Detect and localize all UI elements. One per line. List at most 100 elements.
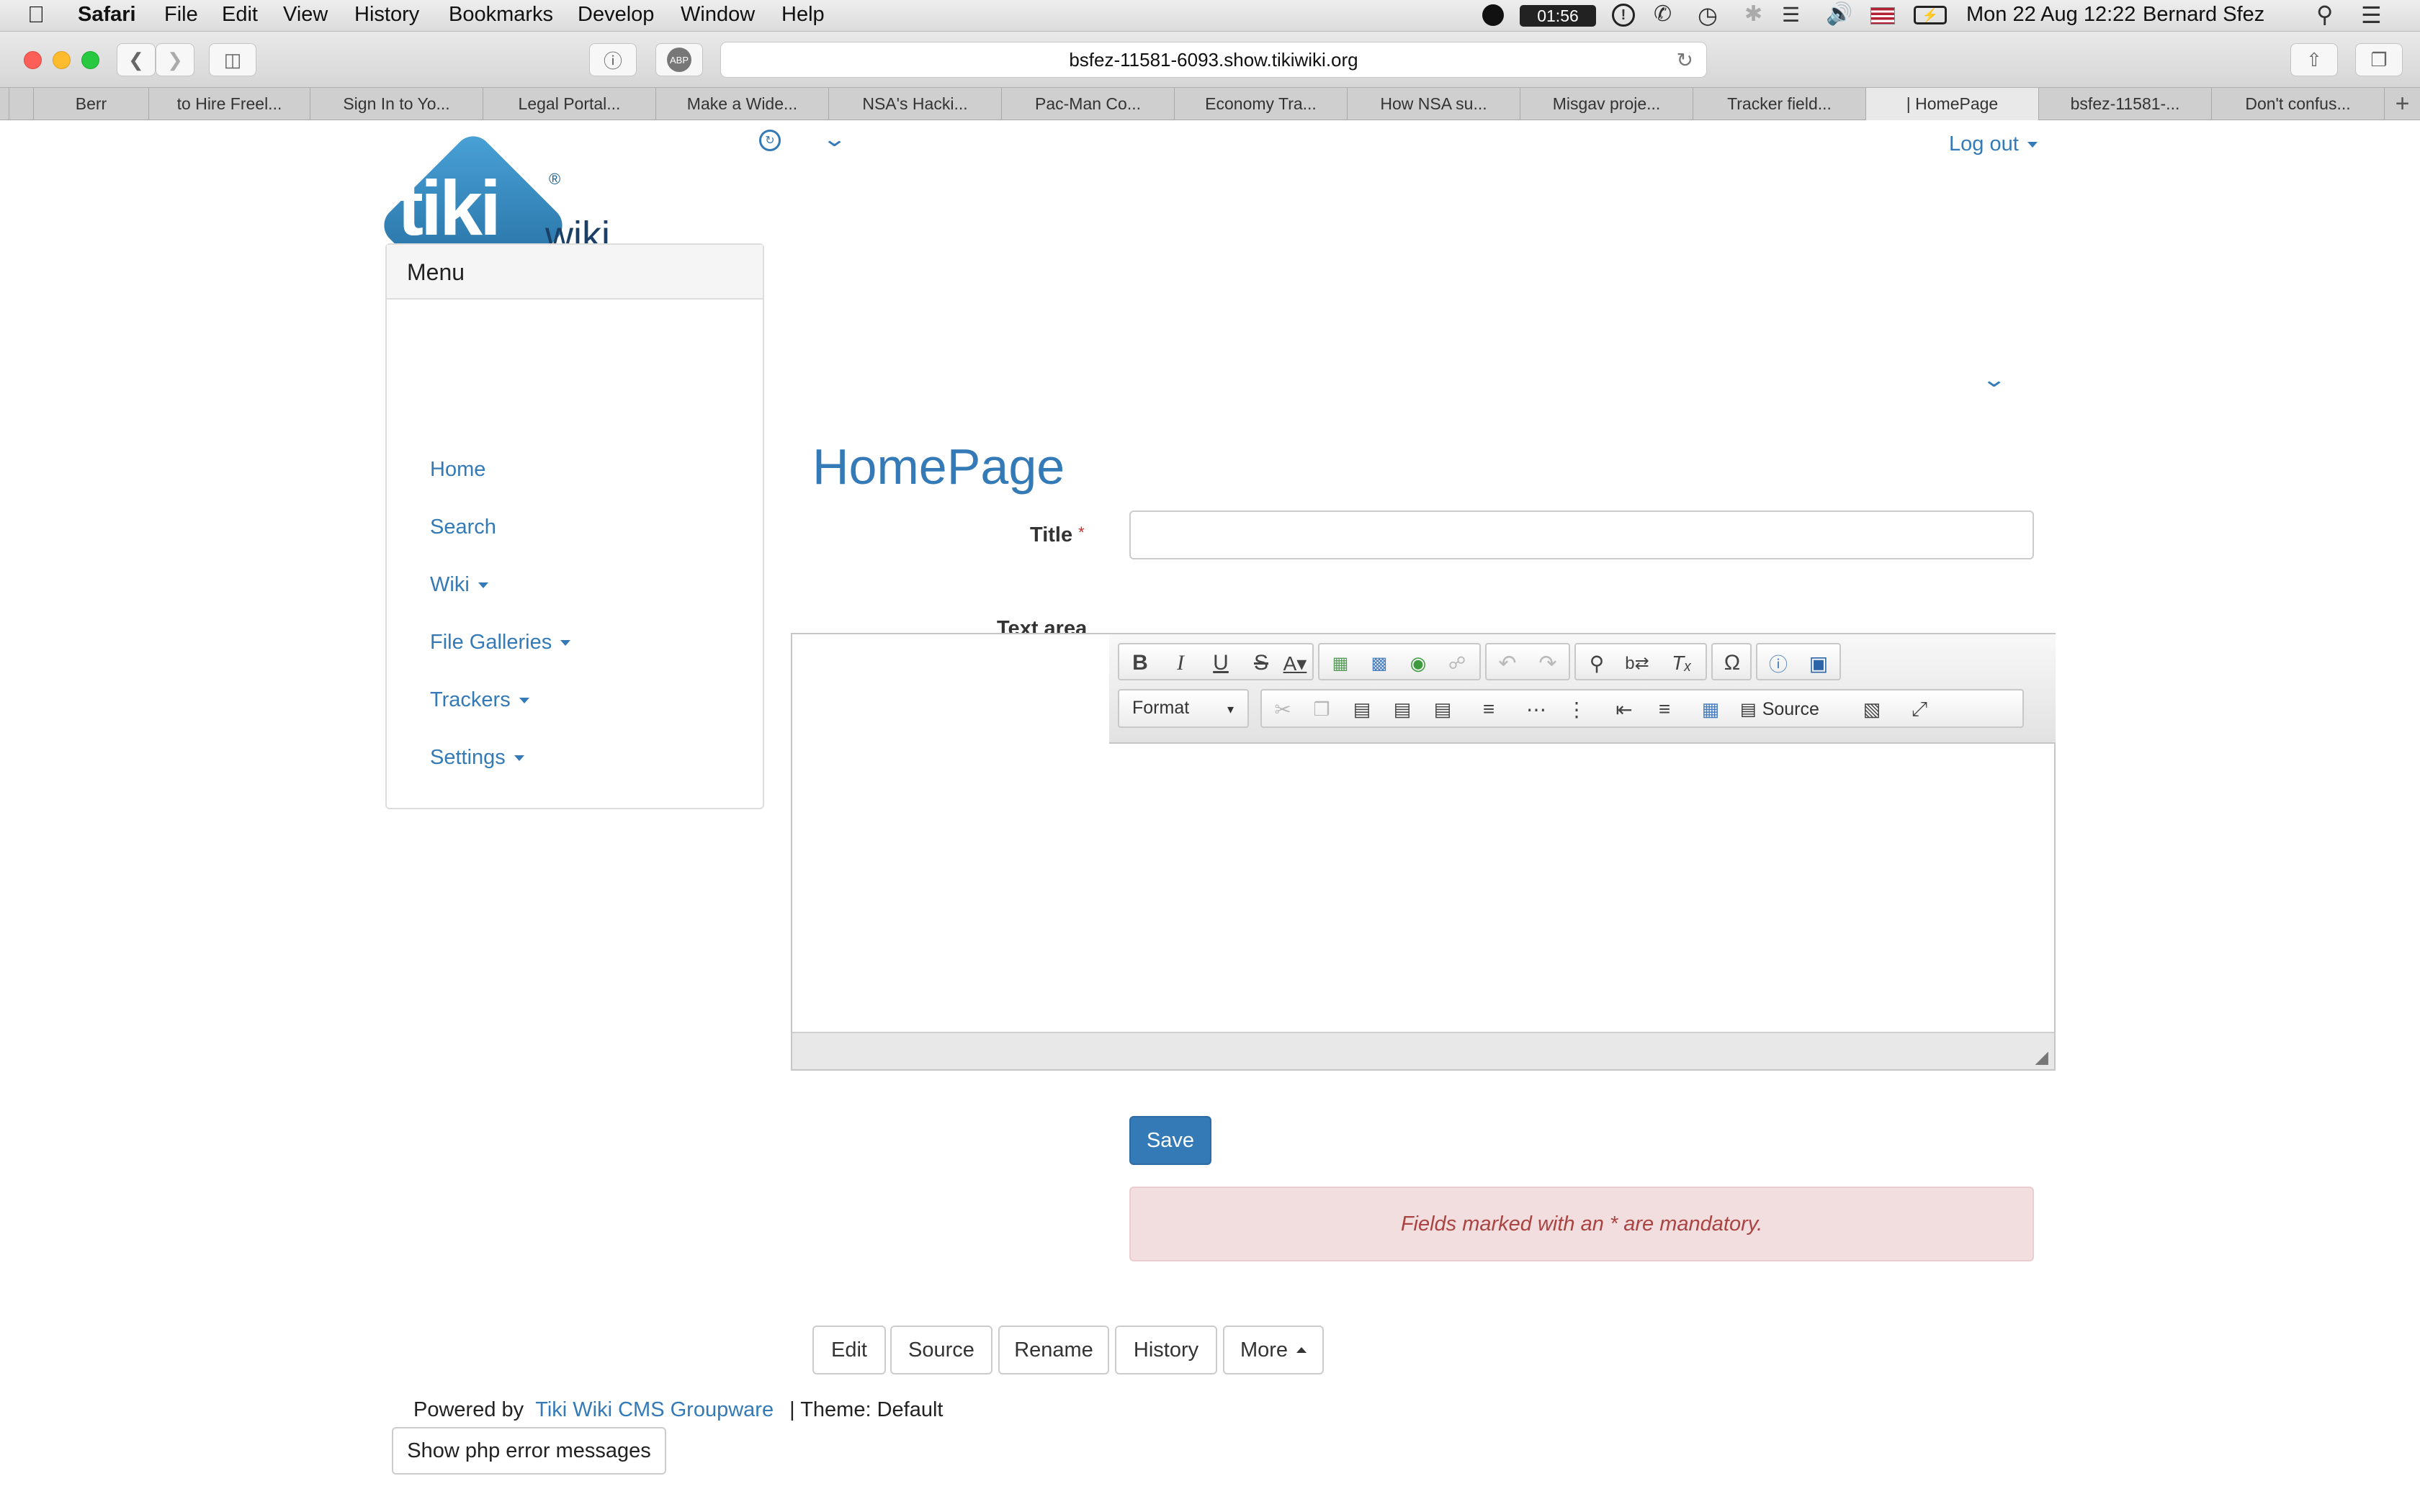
text-color-button[interactable]: A▾ bbox=[1279, 649, 1311, 678]
password-extension-button[interactable]: ⓘ bbox=[589, 43, 637, 76]
cut-button[interactable]: ✂ bbox=[1265, 695, 1301, 724]
history-button[interactable]: History bbox=[1115, 1326, 1217, 1374]
back-button[interactable]: ❮ bbox=[117, 43, 156, 76]
paste-word-button[interactable]: ▤ bbox=[1425, 695, 1461, 724]
unlink-button[interactable]: ☍ bbox=[1439, 649, 1475, 678]
tiki-link[interactable]: Tiki Wiki CMS Groupware bbox=[535, 1398, 774, 1421]
password-icon[interactable]: ! bbox=[1612, 4, 1635, 27]
horizontal-rule-button[interactable]: ≡ bbox=[1646, 695, 1682, 724]
phone-icon[interactable]: ✆ bbox=[1654, 1, 1672, 27]
tab[interactable]: to Hire Freel... bbox=[148, 88, 310, 120]
edit-button[interactable]: Edit bbox=[812, 1326, 886, 1374]
notification-center-icon[interactable]: ☰ bbox=[2361, 1, 2382, 29]
menu-window[interactable]: Window bbox=[681, 3, 755, 27]
new-tab-button[interactable]: + bbox=[2384, 88, 2420, 120]
insert-link-button[interactable]: ◉ bbox=[1400, 649, 1436, 678]
minimize-window-button[interactable] bbox=[53, 51, 71, 69]
menu-bookmarks[interactable]: Bookmarks bbox=[449, 3, 553, 27]
underline-button[interactable]: U bbox=[1203, 649, 1239, 678]
show-php-errors-button[interactable]: Show php error messages bbox=[392, 1427, 666, 1475]
reload-icon[interactable]: ↻ bbox=[1677, 48, 1693, 72]
menu-history[interactable]: History bbox=[354, 3, 419, 27]
menu-view[interactable]: View bbox=[283, 3, 328, 27]
tabs-overview-button[interactable]: ❐ bbox=[2355, 43, 2403, 76]
title-input[interactable] bbox=[1129, 510, 2034, 559]
paste-button[interactable]: ▤ bbox=[1344, 695, 1380, 724]
logout-link[interactable]: Log out bbox=[1949, 132, 2038, 156]
tab[interactable]: Economy Tra... bbox=[1174, 88, 1347, 120]
insert-image-button[interactable]: ▦ bbox=[1322, 649, 1358, 678]
tab[interactable]: Legal Portal... bbox=[483, 88, 655, 120]
help-button[interactable]: ⓘ bbox=[1760, 649, 1796, 678]
bluetooth-icon[interactable]: ✱ bbox=[1744, 1, 1762, 27]
close-window-button[interactable] bbox=[24, 51, 42, 69]
preview-button[interactable]: ▧ bbox=[1854, 695, 1890, 724]
spotlight-icon[interactable]: ⚲ bbox=[2316, 1, 2333, 28]
status-icon[interactable] bbox=[1482, 4, 1504, 26]
timer-badge[interactable]: 01:56 bbox=[1520, 5, 1596, 27]
menu-item-wiki[interactable]: Wiki bbox=[430, 573, 488, 597]
tab[interactable]: Pac-Man Co... bbox=[1001, 88, 1174, 120]
remove-format-button[interactable]: Tₓ bbox=[1664, 649, 1700, 678]
copy-button[interactable]: ❐ bbox=[1304, 695, 1340, 724]
paste-text-button[interactable]: ▤ bbox=[1384, 695, 1420, 724]
zoom-window-button[interactable] bbox=[81, 51, 99, 69]
rename-button[interactable]: Rename bbox=[998, 1326, 1109, 1374]
forward-button[interactable]: ❯ bbox=[156, 43, 194, 76]
share-button[interactable]: ⇧ bbox=[2290, 43, 2338, 76]
tab-pinned[interactable] bbox=[9, 88, 33, 120]
tab[interactable]: Misgav proje... bbox=[1520, 88, 1693, 120]
adblock-button[interactable]: ABP bbox=[655, 43, 703, 76]
source-page-button[interactable]: Source bbox=[890, 1326, 992, 1374]
fullscreen-button[interactable]: ⤢ bbox=[1901, 695, 1937, 724]
resize-handle-icon[interactable]: ◢ bbox=[2035, 1047, 2048, 1068]
source-button[interactable]: ▤ Source bbox=[1740, 696, 1819, 722]
replace-button[interactable]: b⇄ bbox=[1619, 649, 1655, 678]
find-button[interactable]: ⚲ bbox=[1579, 649, 1615, 678]
menu-item-search[interactable]: Search bbox=[430, 516, 496, 539]
menu-item-settings[interactable]: Settings bbox=[430, 746, 524, 770]
apple-icon[interactable]:  bbox=[27, 1, 45, 28]
menu-edit[interactable]: Edit bbox=[222, 3, 258, 27]
insert-media-button[interactable]: ▩ bbox=[1361, 649, 1397, 678]
special-char-button[interactable]: Ω bbox=[1714, 649, 1750, 678]
menu-develop[interactable]: Develop bbox=[578, 3, 654, 27]
format-select[interactable]: Format ▾ bbox=[1118, 689, 1249, 728]
tab[interactable]: Tracker field... bbox=[1693, 88, 1865, 120]
time-machine-icon[interactable]: ◷ bbox=[1698, 1, 1718, 29]
menu-item-home[interactable]: Home bbox=[430, 458, 485, 482]
table-button[interactable]: ▦ bbox=[1693, 695, 1729, 724]
outdent-button[interactable]: ⇤ bbox=[1606, 695, 1642, 724]
italic-button[interactable]: I bbox=[1162, 649, 1198, 678]
numbered-list-button[interactable]: ⋮ bbox=[1559, 695, 1595, 724]
menu-clock[interactable]: Mon 22 Aug 12:22 bbox=[1966, 3, 2136, 27]
tab[interactable]: Sign In to Yo... bbox=[310, 88, 483, 120]
tab[interactable]: Make a Wide... bbox=[655, 88, 828, 120]
align-center-button[interactable]: ≡ bbox=[1471, 695, 1507, 724]
volume-icon[interactable]: 🔊 bbox=[1826, 1, 1852, 27]
redo-button[interactable]: ↷ bbox=[1530, 649, 1566, 678]
tab[interactable]: bsfez-11581-... bbox=[2038, 88, 2211, 120]
tab[interactable]: How NSA su... bbox=[1347, 88, 1520, 120]
menu-app-name[interactable]: Safari bbox=[78, 3, 136, 27]
chevron-down-icon[interactable]: ⌄ bbox=[1981, 367, 2007, 392]
save-button[interactable]: Save bbox=[1129, 1116, 1211, 1165]
sidebar-button[interactable]: ◫ bbox=[209, 43, 256, 76]
tab-active[interactable]: | HomePage bbox=[1865, 88, 2038, 120]
tab[interactable]: Don't confus... bbox=[2211, 88, 2384, 120]
menu-file[interactable]: File bbox=[164, 3, 198, 27]
menu-help[interactable]: Help bbox=[781, 3, 825, 27]
battery-icon[interactable]: ⚡ bbox=[1914, 6, 1947, 24]
strikethrough-button[interactable]: S bbox=[1243, 649, 1279, 678]
more-button[interactable]: More bbox=[1223, 1326, 1324, 1374]
input-source-flag-icon[interactable] bbox=[1870, 7, 1895, 24]
tab[interactable]: Berr bbox=[33, 88, 148, 120]
bold-button[interactable]: B bbox=[1122, 649, 1158, 678]
address-bar[interactable]: bsfez-11581-6093.show.tikiwiki.org ↻ bbox=[720, 42, 1707, 78]
chevron-down-icon[interactable]: ⌄ bbox=[822, 127, 847, 152]
undo-button[interactable]: ↶ bbox=[1489, 649, 1525, 678]
menu-item-trackers[interactable]: Trackers bbox=[430, 688, 529, 712]
menu-user[interactable]: Bernard Sfez bbox=[2143, 3, 2264, 27]
save-icon[interactable]: ▣ bbox=[1801, 649, 1837, 678]
bulleted-list-button[interactable]: ⋯ bbox=[1518, 695, 1554, 724]
